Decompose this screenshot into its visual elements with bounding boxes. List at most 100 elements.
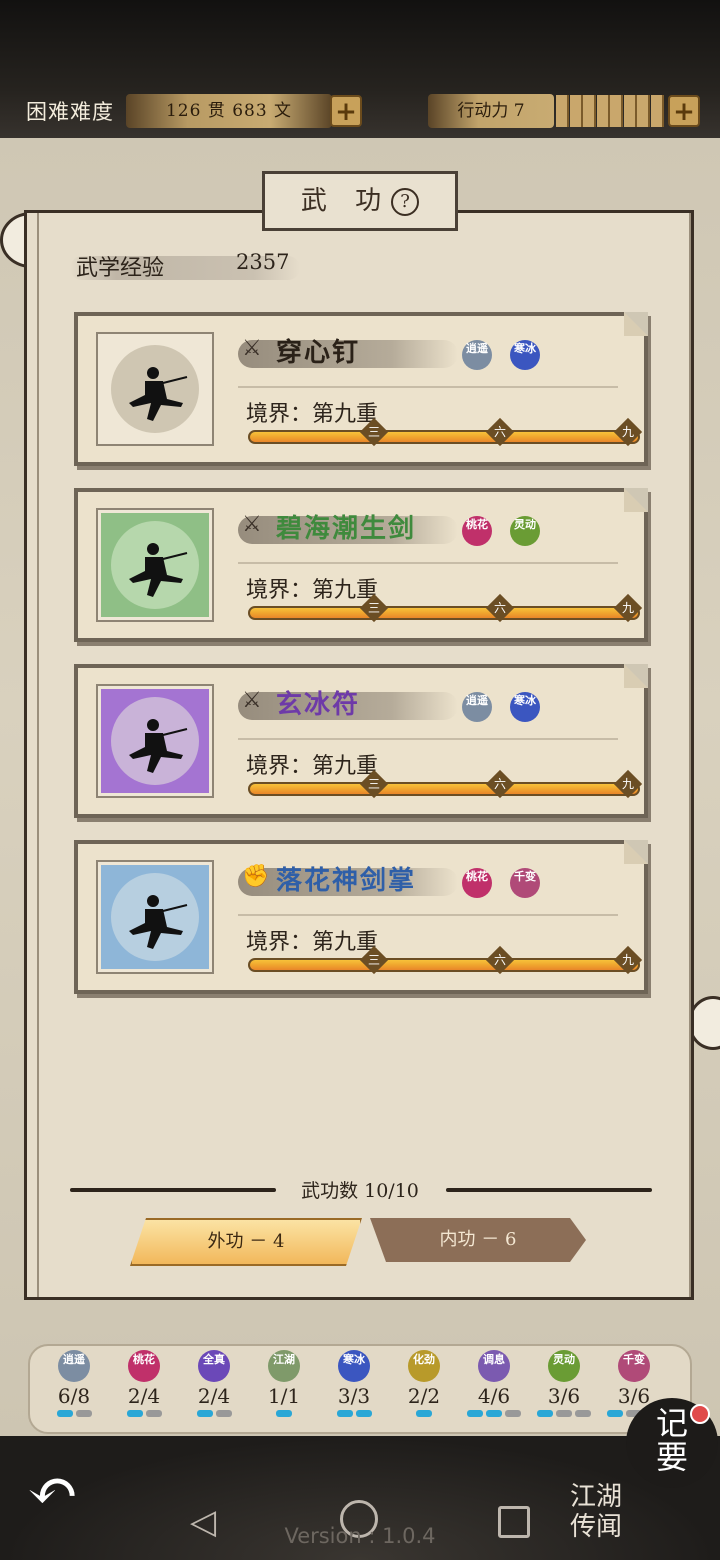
trait-tag[interactable]: 江湖 1/1 bbox=[254, 1350, 314, 1434]
trait-tag-pips bbox=[44, 1410, 104, 1417]
skill-progress-bar bbox=[248, 430, 640, 444]
skill-count: 武功数 10/10 bbox=[301, 1180, 419, 1202]
page-title: 武 功? bbox=[262, 171, 458, 231]
trait-badge: 逍遥 bbox=[462, 340, 492, 370]
energy-segment bbox=[556, 95, 569, 127]
trait-tag-icon: 灵动 bbox=[548, 1350, 580, 1382]
tab-external[interactable]: 外功 － 4 bbox=[130, 1218, 362, 1266]
tag-pip bbox=[196, 1410, 213, 1417]
tag-pip bbox=[607, 1410, 623, 1417]
trait-tag[interactable]: 灵动 3/6 bbox=[534, 1350, 594, 1434]
trait-badge: 逍遥 bbox=[462, 692, 492, 722]
skill-realm: 境界：第九重 bbox=[246, 754, 379, 779]
energy-segment bbox=[610, 95, 623, 127]
energy-segment bbox=[569, 95, 583, 127]
trait-tag-pips bbox=[464, 1410, 524, 1417]
martial-artist-silhouette bbox=[129, 895, 188, 949]
trait-tag-pips bbox=[114, 1410, 174, 1417]
tab-internal[interactable]: 内功 － 6 bbox=[370, 1218, 586, 1262]
tag-pip bbox=[505, 1410, 521, 1417]
tag-pip bbox=[416, 1410, 432, 1417]
trait-tag[interactable]: 桃花 2/4 bbox=[114, 1350, 174, 1434]
skill-realm: 境界：第九重 bbox=[246, 578, 379, 603]
martial-artist-silhouette bbox=[129, 719, 188, 773]
help-icon[interactable]: ? bbox=[391, 188, 420, 216]
martial-artist-silhouette bbox=[129, 367, 188, 421]
trait-tag-icon: 江湖 bbox=[268, 1350, 300, 1382]
tag-pip bbox=[556, 1410, 572, 1417]
trait-tag-count: 2/4 bbox=[127, 1384, 161, 1408]
back-arrow-icon[interactable]: ↶ bbox=[18, 1456, 88, 1526]
energy-segment bbox=[637, 95, 650, 127]
trait-tag-icon: 调息 bbox=[478, 1350, 510, 1382]
tag-pip bbox=[355, 1410, 372, 1417]
news-label: 江湖传闻 bbox=[570, 1482, 623, 1542]
skill-portrait bbox=[96, 508, 214, 622]
trait-tag-icon: 桃花 bbox=[128, 1350, 160, 1382]
trait-tag[interactable]: 调息 4/6 bbox=[464, 1350, 524, 1434]
tag-pip bbox=[145, 1410, 162, 1417]
trait-badge: 千变 bbox=[510, 868, 540, 898]
martial-artist-silhouette bbox=[129, 543, 188, 597]
tag-pip bbox=[537, 1410, 553, 1417]
trait-tag-count: 2/4 bbox=[197, 1384, 231, 1408]
card-corner-fold bbox=[624, 840, 648, 864]
trait-tag[interactable]: 化劲 2/2 bbox=[394, 1350, 454, 1434]
card-corner-fold bbox=[624, 312, 648, 336]
experience-label: 武学经验 bbox=[76, 256, 165, 281]
energy-segment bbox=[596, 95, 610, 127]
energy-segment bbox=[623, 95, 637, 127]
skill-card[interactable]: ⚔ 穿心钉 逍遥 寒冰 境界：第九重 三 六 九 bbox=[74, 312, 648, 466]
energy-segment bbox=[650, 95, 664, 127]
trait-tag-icon: 逍遥 bbox=[58, 1350, 90, 1382]
trait-badge: 寒冰 bbox=[510, 692, 540, 722]
energy-display: 行动力 7 bbox=[428, 94, 554, 128]
skill-card[interactable]: ✊ 落花神剑掌 桃花 千变 境界：第九重 三 六 九 bbox=[74, 840, 648, 994]
trait-tag-count: 4/6 bbox=[477, 1384, 511, 1408]
tag-pip bbox=[575, 1410, 591, 1417]
news-button[interactable]: 江湖传闻 bbox=[556, 1474, 640, 1560]
skill-progress-bar bbox=[248, 782, 640, 796]
skill-card[interactable]: ⚔ 碧海潮生剑 桃花 灵动 境界：第九重 三 六 九 bbox=[74, 488, 648, 642]
tag-pip bbox=[215, 1410, 232, 1417]
skill-realm: 境界：第九重 bbox=[246, 930, 379, 955]
fist-icon: ✊ bbox=[242, 864, 270, 889]
trait-tag-pips bbox=[254, 1410, 314, 1417]
experience-value: 2357 bbox=[236, 250, 290, 274]
trait-tag-count: 3/6 bbox=[547, 1384, 581, 1408]
skill-portrait bbox=[96, 860, 214, 974]
skill-card[interactable]: ⚔ 玄冰符 逍遥 寒冰 境界：第九重 三 六 九 bbox=[74, 664, 648, 818]
dart-icon: ⚔ bbox=[242, 336, 262, 361]
card-divider bbox=[238, 386, 618, 388]
skill-portrait bbox=[96, 684, 214, 798]
add-money-button[interactable]: + bbox=[330, 95, 362, 127]
tag-pip bbox=[75, 1410, 92, 1417]
trait-badge: 灵动 bbox=[510, 516, 540, 546]
card-corner-fold bbox=[624, 488, 648, 512]
trait-tag-icon: 化劲 bbox=[408, 1350, 440, 1382]
skill-name: 碧海潮生剑 bbox=[276, 514, 417, 544]
tag-pip bbox=[276, 1410, 292, 1417]
trait-tag-count: 3/3 bbox=[337, 1384, 371, 1408]
trait-tag-icon: 全真 bbox=[198, 1350, 230, 1382]
skill-realm: 境界：第九重 bbox=[246, 402, 379, 427]
difficulty-label: 困难难度 bbox=[26, 100, 114, 124]
energy-segment bbox=[583, 95, 596, 127]
trait-tag-pips bbox=[324, 1410, 384, 1417]
trait-tag[interactable]: 全真 2/4 bbox=[184, 1350, 244, 1434]
tag-pip bbox=[336, 1410, 353, 1417]
trait-tag-pips bbox=[394, 1410, 454, 1417]
trait-badge: 桃花 bbox=[462, 516, 492, 546]
trait-tag-count: 6/8 bbox=[57, 1384, 91, 1408]
skill-name: 玄冰符 bbox=[276, 690, 361, 720]
top-status-bar bbox=[0, 0, 720, 150]
dart-icon: ⚔ bbox=[242, 688, 262, 713]
card-divider bbox=[238, 562, 618, 564]
money-display: 126 贯 683 文 bbox=[126, 94, 332, 128]
trait-tag[interactable]: 寒冰 3/3 bbox=[324, 1350, 384, 1434]
add-energy-button[interactable]: + bbox=[668, 95, 700, 127]
card-divider bbox=[238, 914, 618, 916]
trait-badge: 桃花 bbox=[462, 868, 492, 898]
trait-tag[interactable]: 逍遥 6/8 bbox=[44, 1350, 104, 1434]
skill-name: 落花神剑掌 bbox=[276, 866, 417, 896]
